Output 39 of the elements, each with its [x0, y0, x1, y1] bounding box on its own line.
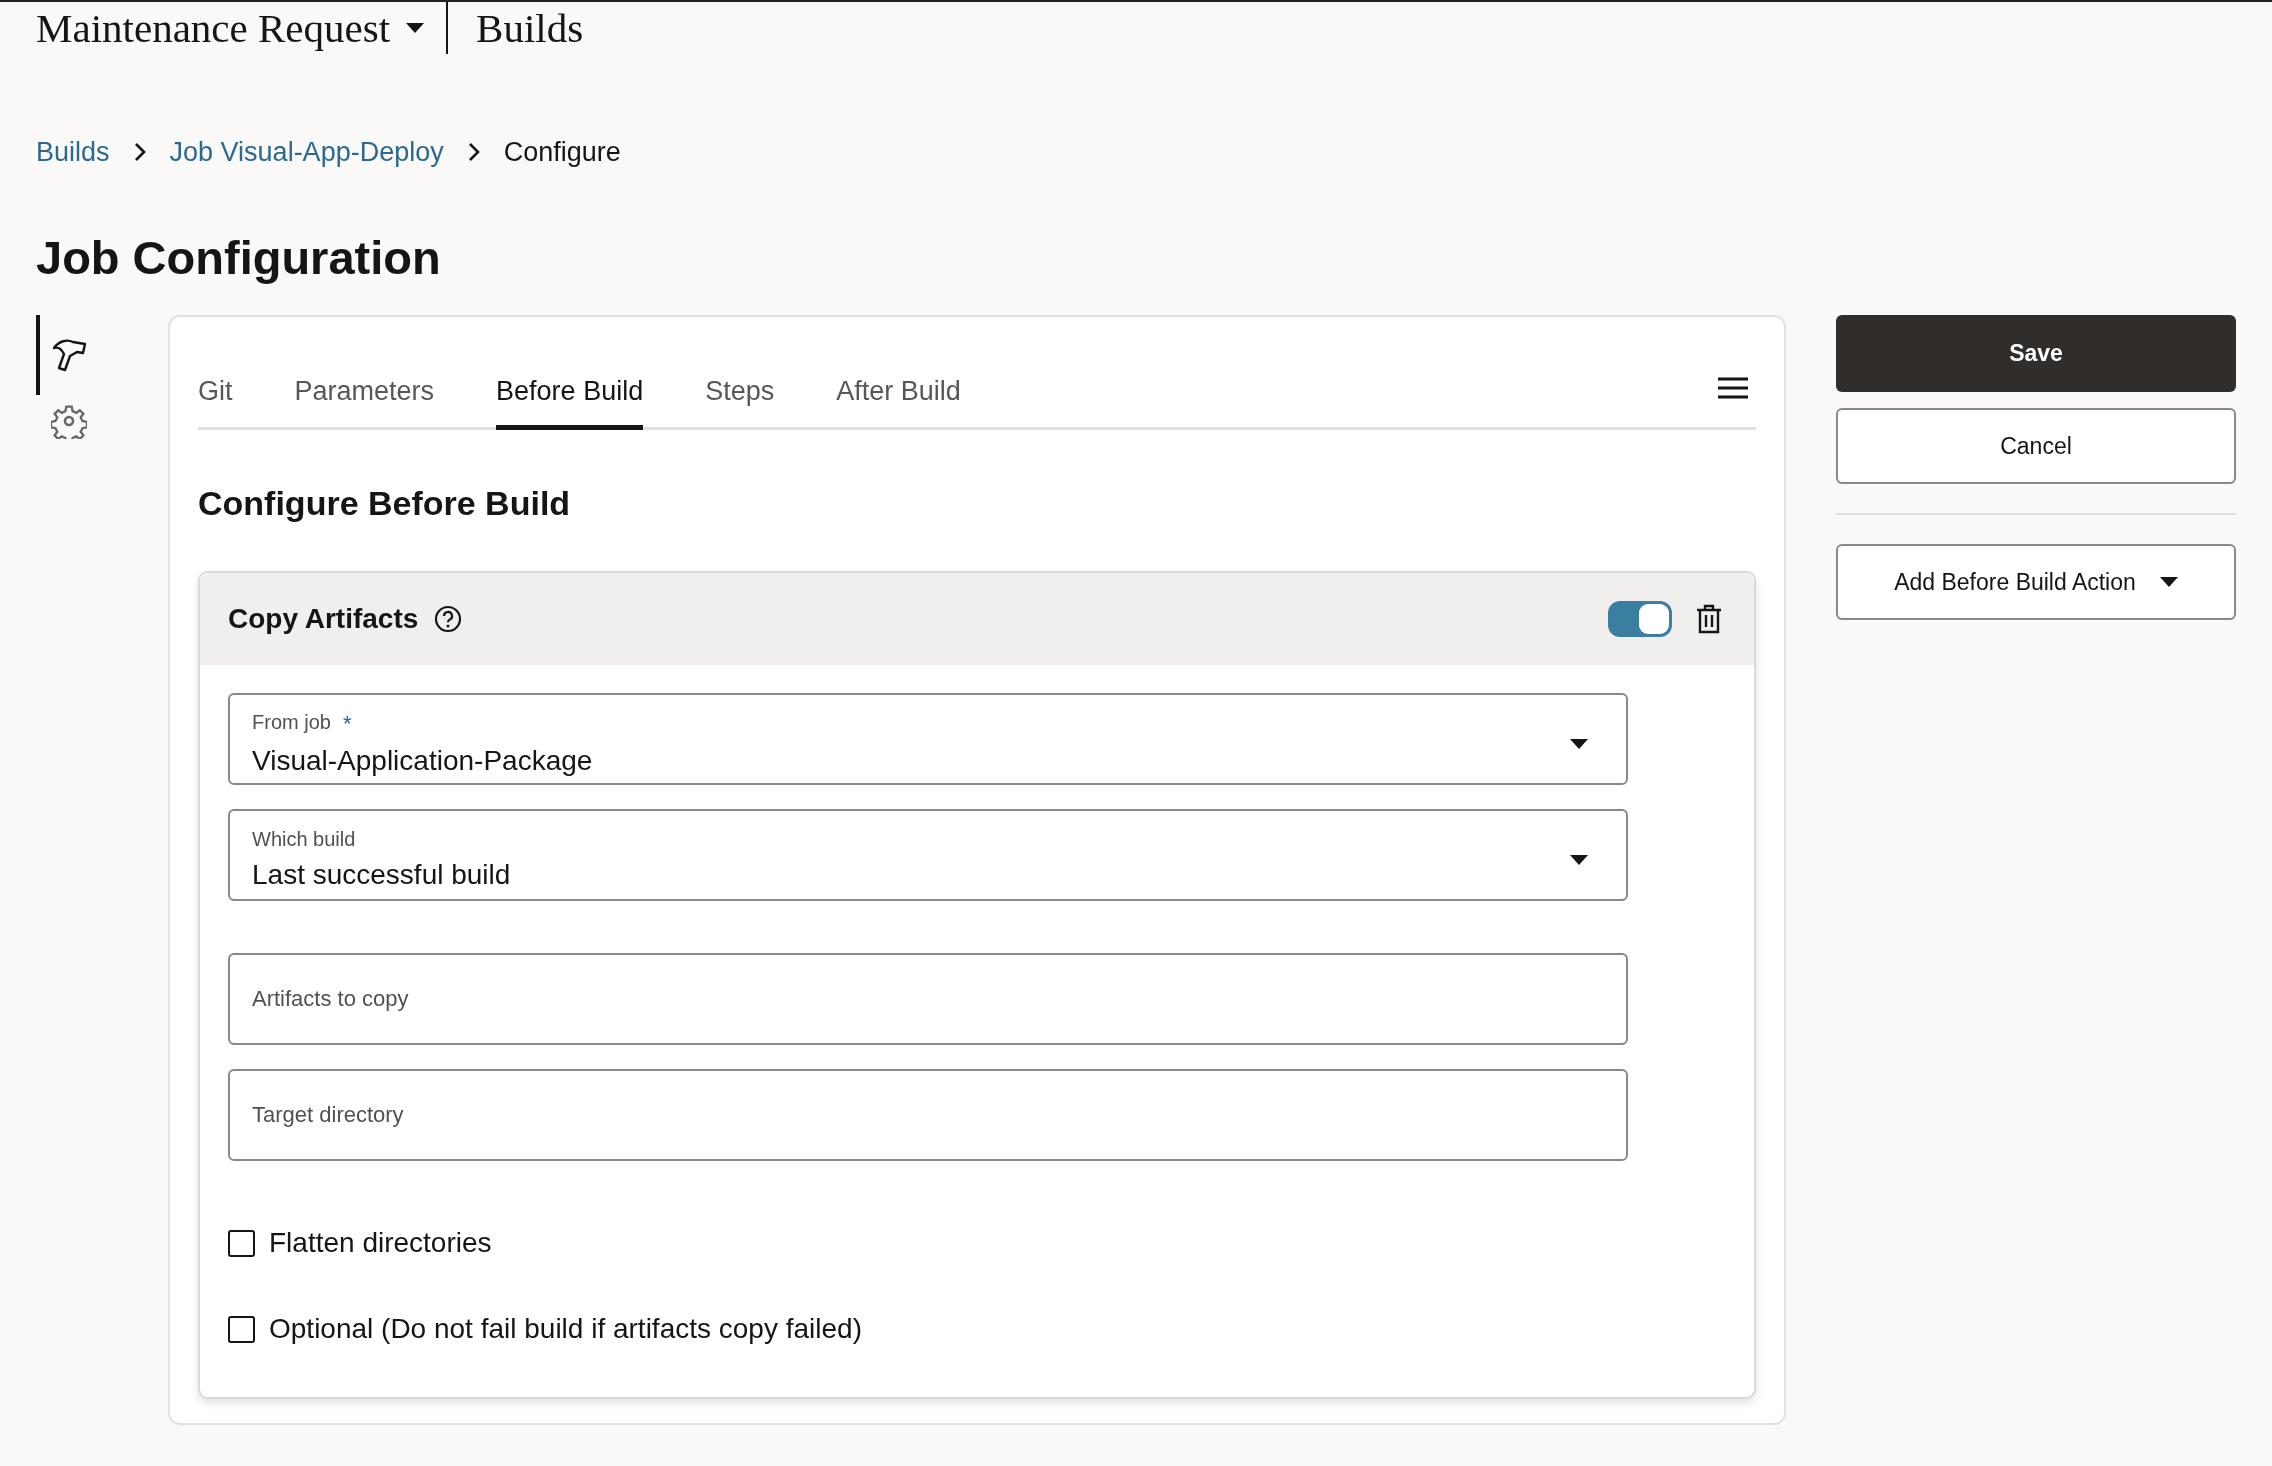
tab[interactable]: Before Build: [496, 370, 644, 430]
chevron-icon: [133, 142, 146, 163]
tab[interactable]: Steps: [705, 370, 775, 430]
dropdown-field[interactable]: Which build Last successful build: [228, 809, 1628, 901]
required-mark: *: [342, 709, 352, 738]
caret-icon[interactable]: [406, 23, 425, 33]
checkbox-label: Optional (Do not fail build if artifacts copy failed): [269, 1312, 862, 1346]
tab[interactable]: Parameters: [294, 370, 435, 430]
tab[interactable]: After Build: [836, 370, 961, 430]
checkbox[interactable]: [228, 1229, 255, 1257]
caret-icon: [1570, 855, 1588, 865]
checkbox-label: Flatten directories: [269, 1226, 492, 1260]
field-value: Last successful build: [252, 858, 512, 892]
caret-icon: [2159, 577, 2178, 587]
checkbox[interactable]: [228, 1315, 255, 1343]
section-heading: Configure Before Build: [198, 483, 572, 524]
save-button[interactable]: Save: [1836, 315, 2236, 392]
breadcrumb-current: Configure: [503, 136, 621, 169]
dropdown-field[interactable]: From job * Visual-Application-Package: [228, 693, 1628, 785]
cancel-button[interactable]: Cancel: [1836, 408, 2236, 484]
tab[interactable]: Git: [198, 370, 233, 430]
caret-icon: [1570, 739, 1588, 749]
page-title: Job Configuration: [36, 229, 442, 286]
section-title: Builds: [476, 4, 584, 53]
breadcrumb-link[interactable]: Job Visual-App-Deploy: [169, 132, 444, 173]
toggle-switch[interactable]: [1608, 601, 1672, 637]
breadcrumb-link[interactable]: Builds: [36, 132, 110, 173]
text-field[interactable]: Target directory: [228, 1069, 1628, 1161]
help-icon[interactable]: [434, 605, 463, 633]
chevron-icon: [467, 142, 480, 163]
menu-icon[interactable]: [1718, 375, 1748, 399]
field-label: From job: [252, 709, 331, 735]
add-action-button[interactable]: Add Before Build Action: [1836, 544, 2236, 620]
field-value: Visual-Application-Package: [252, 743, 594, 778]
action-title: Copy Artifacts: [228, 602, 419, 636]
app-title[interactable]: Maintenance Request: [36, 2, 391, 54]
text-field[interactable]: Artifacts to copy: [228, 953, 1628, 1045]
field-label: Which build: [252, 827, 356, 852]
trash-icon[interactable]: [1696, 604, 1722, 634]
